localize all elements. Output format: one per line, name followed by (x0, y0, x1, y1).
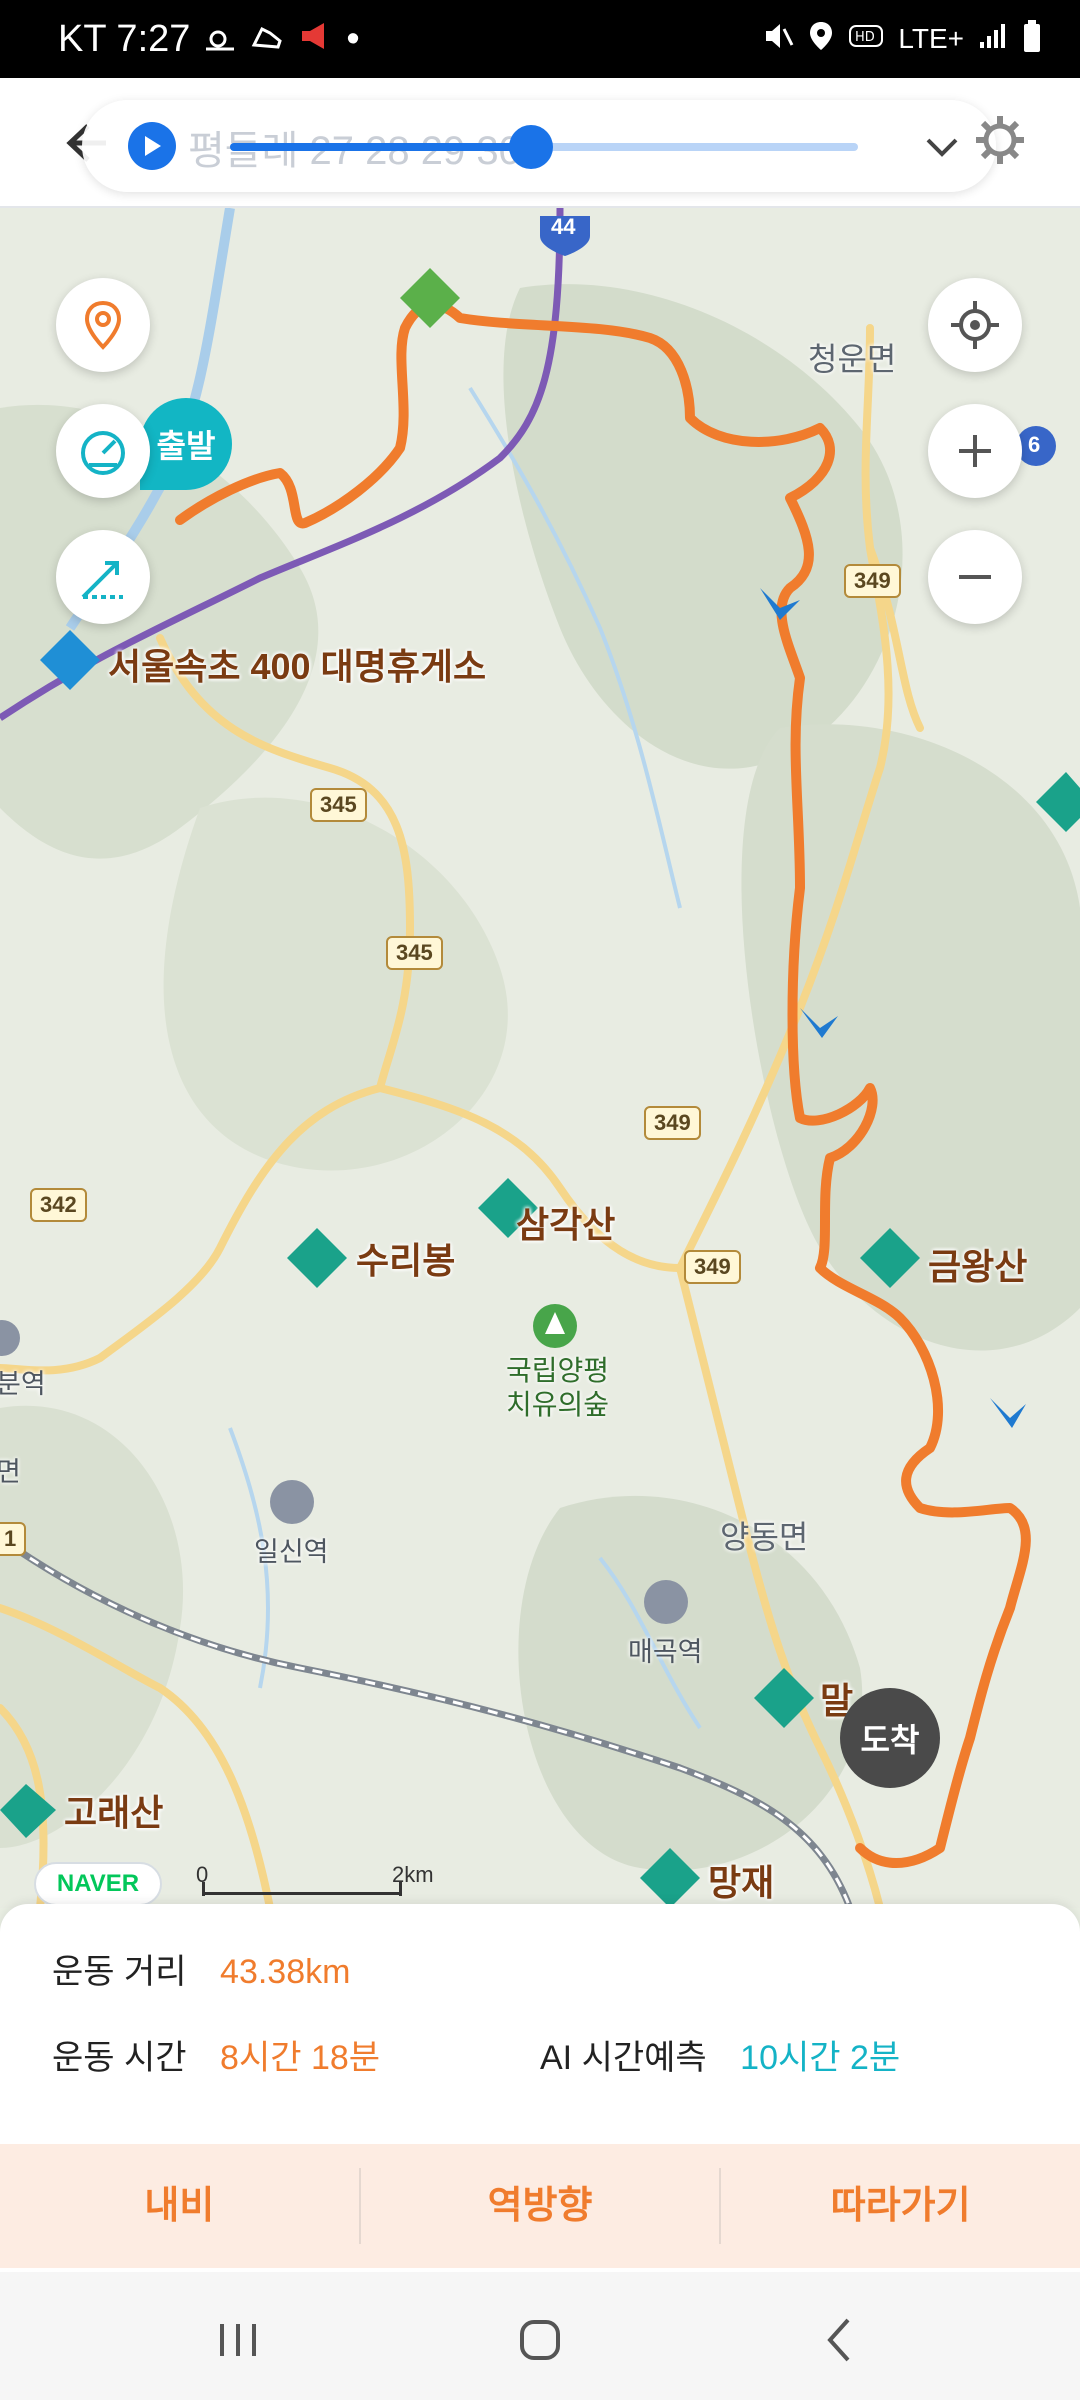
road-shield-349: 349 (644, 1106, 701, 1140)
slider-thumb[interactable] (509, 125, 554, 169)
station-label-partial: 분역 (0, 1369, 46, 1399)
poi-label-goraesan[interactable]: 고래산 (64, 1784, 163, 1836)
road-shield-342: 342 (30, 1188, 87, 1222)
time-label: 운동 시간 (52, 2039, 187, 2077)
notification-dot: • (346, 17, 360, 60)
replay-slider[interactable] (230, 125, 858, 169)
current-location-button[interactable] (928, 278, 1022, 372)
forest-label-line2: 치유의숲 (506, 1389, 610, 1420)
town-label-cheongun: 청운면 (808, 341, 897, 377)
end-pin[interactable]: 도착 (840, 1688, 940, 1788)
elevation-icon (81, 561, 123, 599)
follow-route-button[interactable]: 따라가기 (721, 2168, 1080, 2244)
time-value: 8시간 18분 (220, 2039, 381, 2077)
station-label-maegok: 매곡역 (628, 1637, 703, 1667)
home-icon[interactable] (510, 2310, 570, 2370)
zoom-in-button[interactable] (928, 404, 1022, 498)
speedometer-button[interactable] (56, 404, 150, 498)
chevron-down-icon[interactable] (922, 128, 962, 168)
map-scale-bar: 0 2km (196, 1862, 434, 1904)
recent-apps-icon[interactable] (208, 2310, 268, 2370)
station-label-ilsin: 일신역 (254, 1537, 329, 1567)
poi-label-mangjae[interactable]: 망재 (708, 1854, 774, 1906)
road-shield-1: 1 (0, 1522, 27, 1556)
road-shield-349: 349 (684, 1250, 741, 1284)
location-icon (808, 20, 834, 59)
poi-label-rest-area[interactable]: 서울속초 400 대명휴게소 (108, 638, 486, 690)
ai-time-stat: AI 시간예측 10시간 2분 (540, 2030, 900, 2079)
highway-shield-6: 6 (1028, 432, 1041, 457)
signal-icon (978, 22, 1008, 57)
play-button[interactable] (128, 122, 176, 170)
distance-label: 운동 거리 (52, 1953, 187, 1991)
system-navigation-bar (0, 2272, 1080, 2400)
battery-icon (1022, 19, 1042, 60)
road-shield-345: 345 (310, 788, 367, 822)
scale-zero-label: 0 (196, 1862, 209, 1887)
carrier-time: KT 7:27 (58, 17, 191, 60)
naver-logo: NAVER (34, 1862, 162, 1906)
town-label-yangdong: 양동면 (720, 1519, 809, 1555)
ai-time-value: 10시간 2분 (740, 2039, 901, 2077)
megaphone-icon (298, 18, 332, 61)
shoe-icon (250, 18, 284, 61)
scale-line (202, 1892, 402, 1895)
ai-time-label: AI 시간예측 (540, 2039, 707, 2077)
plus-icon (959, 435, 991, 467)
highway-shield-44: 44 (551, 214, 576, 239)
time-stat: 운동 시간 8시간 18분 (52, 2030, 380, 2079)
replay-player: 평들레 27 28 29 30 (82, 100, 996, 192)
map-view[interactable]: 44 6 349 345 345 349 349 342 1 청운면 서울속초 … (0, 208, 1080, 1908)
navi-button[interactable]: 내비 (0, 2168, 361, 2244)
road-shield-345: 345 (386, 936, 443, 970)
elevation-button[interactable] (56, 530, 150, 624)
road-shield-349: 349 (844, 564, 901, 598)
back-icon[interactable] (810, 2310, 870, 2370)
mute-icon (762, 21, 794, 58)
reverse-direction-button[interactable]: 역방향 (361, 2168, 722, 2244)
gear-icon[interactable] (970, 110, 1030, 170)
my-location-pin-button[interactable] (56, 278, 150, 372)
forest-label: 국립양평 치유의숲 (506, 1354, 609, 1422)
forest-label-line1: 국립양평 (506, 1355, 610, 1386)
poi-label-samgaksan[interactable]: 삼각산 (516, 1196, 615, 1248)
svg-text:HD: HD (855, 30, 875, 45)
replay-progress (230, 143, 532, 151)
poi-label-suribong[interactable]: 수리봉 (356, 1232, 455, 1284)
route-header: 평들레 27 28 29 30 (0, 78, 1080, 208)
map-pin-icon (84, 300, 122, 350)
hd-icon: HD (848, 22, 884, 57)
minus-icon (959, 575, 991, 579)
poi-label-geumwangsan[interactable]: 금왕산 (928, 1238, 1027, 1290)
distance-value: 43.38km (220, 1953, 351, 1991)
weather-icon (204, 18, 236, 61)
zoom-out-button[interactable] (928, 530, 1022, 624)
action-bar: 내비 역방향 따라가기 (0, 2144, 1080, 2268)
status-bar: KT 7:27 • HD LTE+ (0, 0, 1080, 78)
crosshair-icon (951, 301, 999, 349)
distance-stat: 운동 거리 43.38km (52, 1944, 350, 1993)
network-type: LTE+ (898, 23, 964, 54)
speedometer-icon (81, 431, 125, 475)
town-label-partial: 면 (0, 1457, 21, 1487)
start-pin[interactable]: 출발 (140, 398, 232, 490)
scale-max-label: 2km (392, 1862, 434, 1887)
